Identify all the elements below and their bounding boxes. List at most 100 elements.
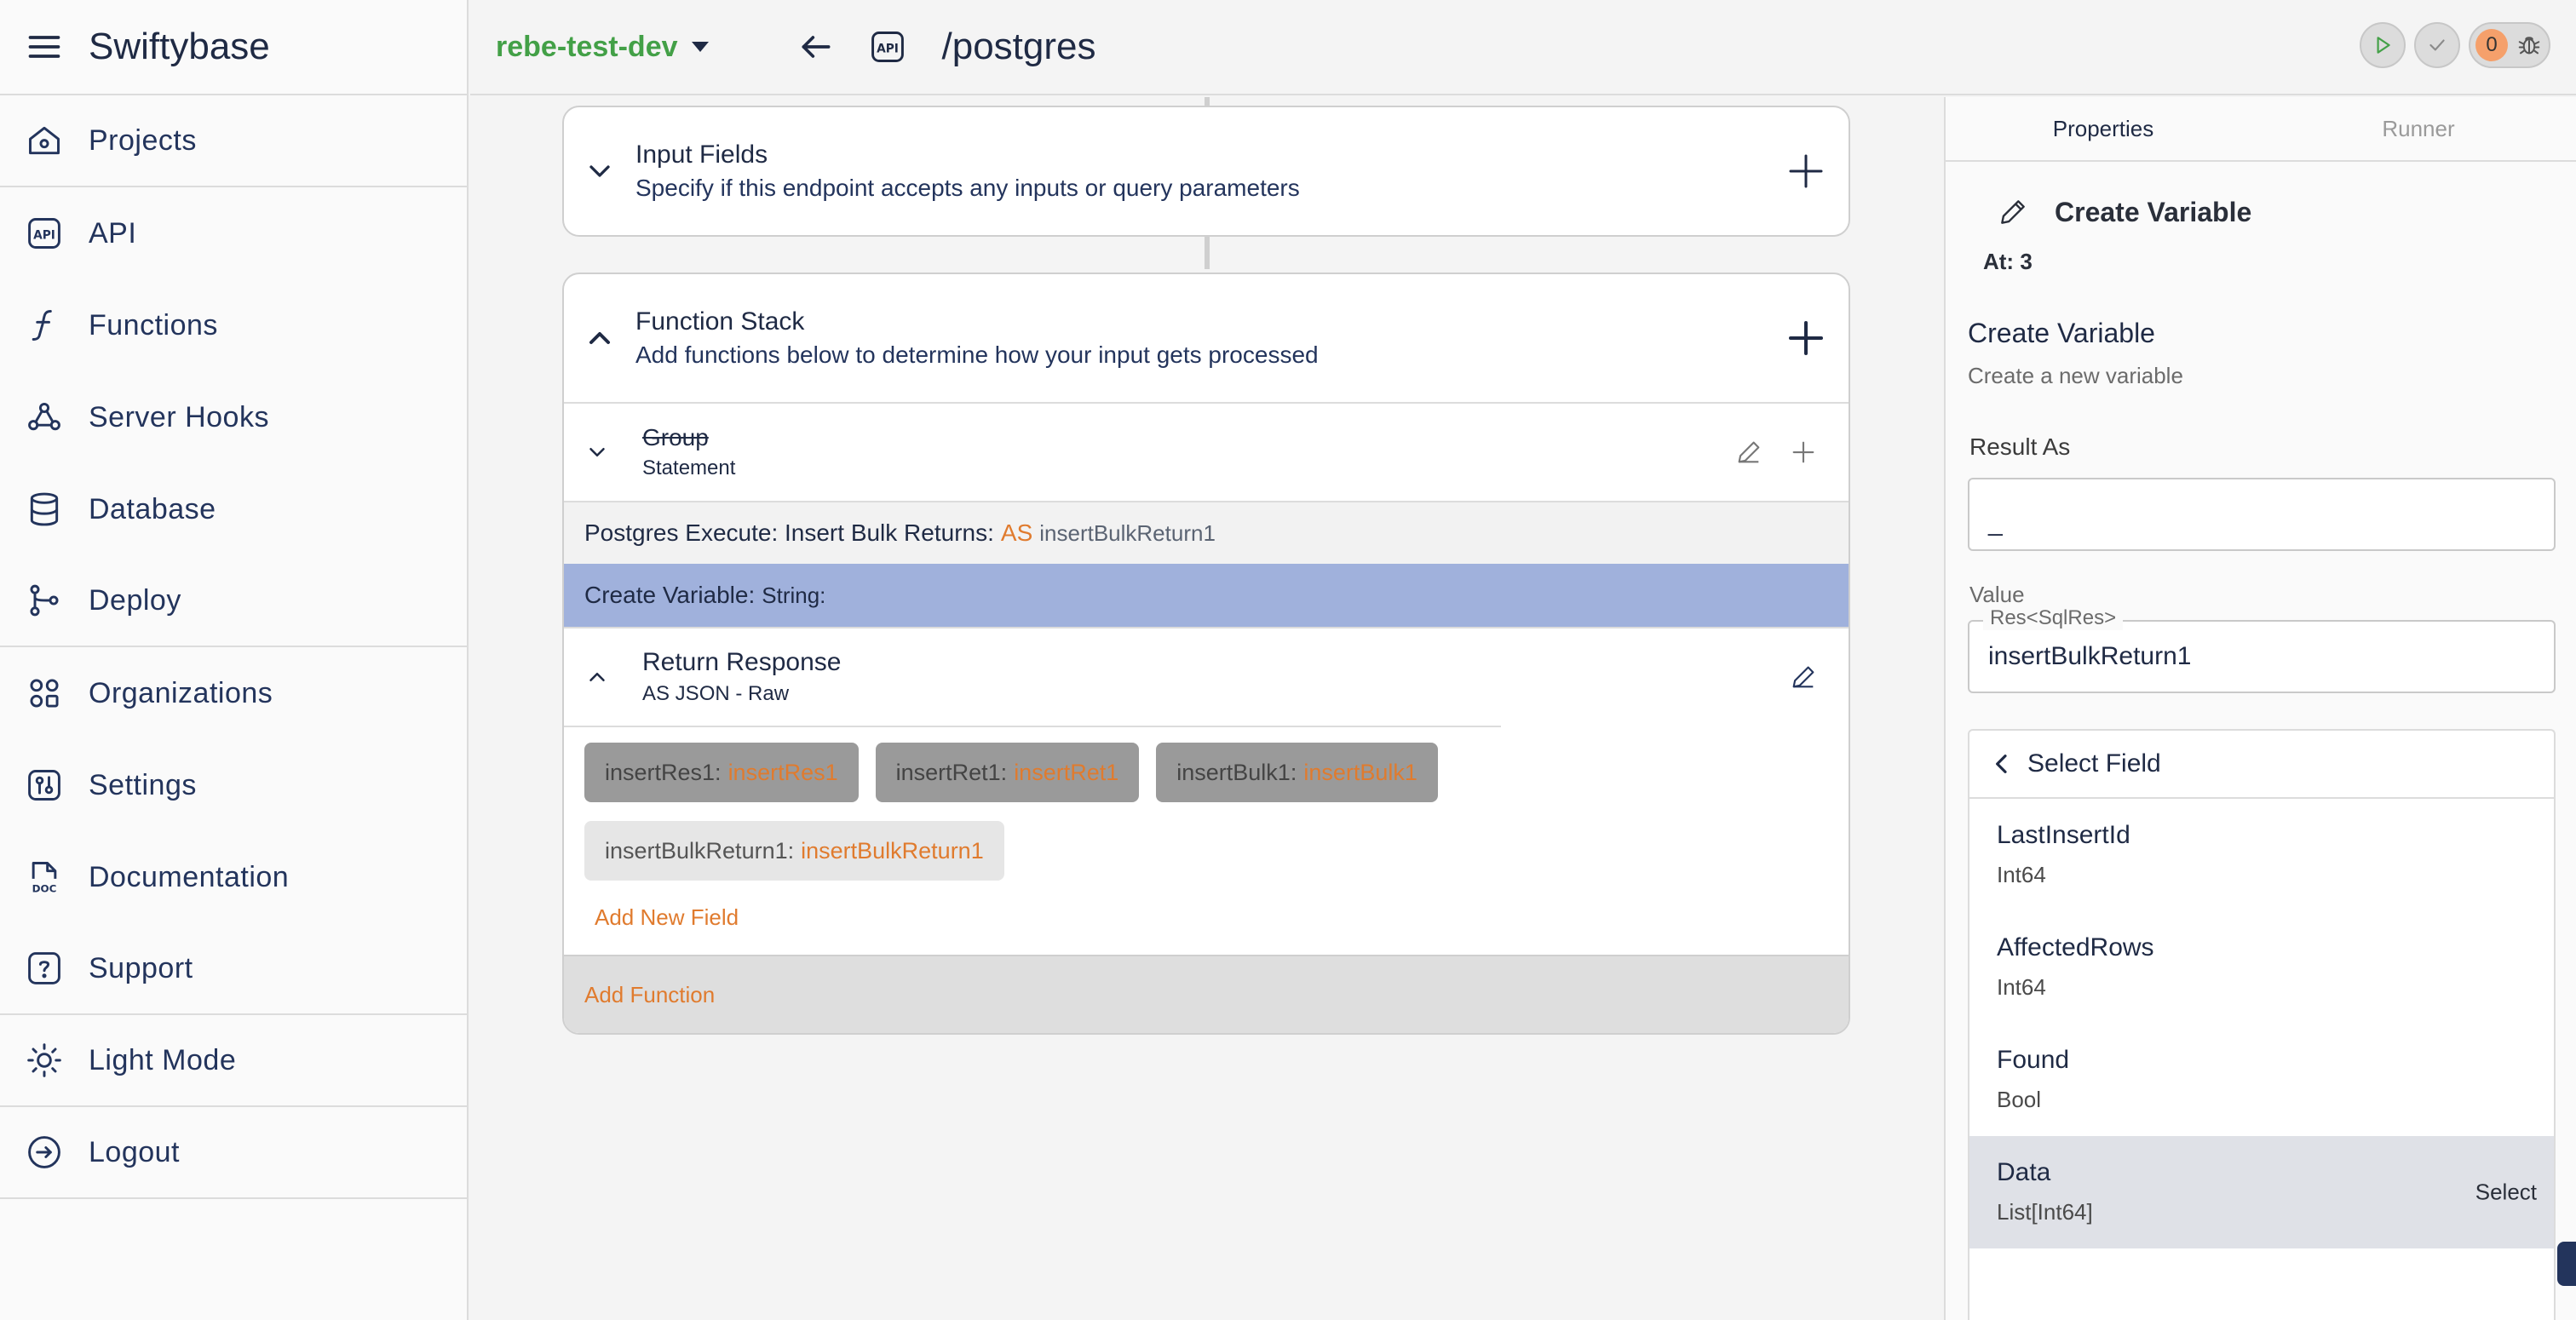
- sidebar-item-label: Functions: [89, 308, 218, 341]
- chevron-up-icon[interactable]: [584, 664, 610, 690]
- sidebar-item-support[interactable]: Support: [0, 923, 467, 1015]
- endpoint-path: /postgres: [941, 26, 1096, 67]
- result-as-input[interactable]: _: [1968, 478, 2556, 551]
- input-fields-card: Input Fields Specify if this endpoint ac…: [562, 106, 1850, 237]
- webhook-icon: [28, 402, 60, 431]
- sidebar: Swiftybase Projects API API Functions Se…: [0, 0, 469, 1320]
- tab-runner[interactable]: Runner: [2261, 97, 2576, 160]
- debug-button[interactable]: 0: [2469, 22, 2550, 68]
- scrollbar-handle[interactable]: [2557, 1242, 2576, 1286]
- chevron-down-icon[interactable]: [584, 439, 610, 465]
- sidebar-item-light-mode[interactable]: Light Mode: [0, 1015, 467, 1107]
- response-field-chip[interactable]: insertBulk1: insertBulk1: [1156, 743, 1438, 802]
- add-new-field-link[interactable]: Add New Field: [564, 892, 1849, 955]
- add-function-plus-button[interactable]: [1785, 318, 1826, 359]
- connector-line: [1205, 235, 1210, 269]
- sidebar-item-label: Projects: [89, 123, 197, 157]
- field-option-type: Int64: [1997, 862, 2046, 887]
- add-input-button[interactable]: [1785, 151, 1826, 192]
- field-option[interactable]: Found Bool: [1969, 1024, 2554, 1136]
- run-button[interactable]: [2360, 22, 2406, 68]
- function-stack-card: Function Stack Add functions below to de…: [562, 273, 1850, 1035]
- arrow-left-icon[interactable]: [797, 28, 835, 66]
- chip-key: insertBulkReturn1:: [605, 837, 795, 864]
- logout-icon: [28, 1136, 60, 1168]
- return-response-title: Return Response: [642, 648, 842, 676]
- api-icon: API: [871, 32, 904, 62]
- section-title: Create Variable: [1968, 318, 2155, 348]
- chevron-up-icon[interactable]: [583, 321, 617, 355]
- return-response-row[interactable]: Return Response AS JSON - Raw: [564, 627, 1849, 726]
- function-icon: [32, 310, 52, 341]
- field-option[interactable]: AffectedRows Int64: [1969, 911, 2554, 1024]
- select-field-back[interactable]: Select Field: [1969, 731, 2554, 799]
- sidebar-item-label: Server Hooks: [89, 400, 269, 433]
- input-fields-title: Input Fields: [635, 141, 768, 169]
- group-title: Group: [642, 424, 709, 451]
- value-type-legend: Res<SqlRes>: [1983, 606, 2124, 630]
- property-title: Create Variable: [2055, 196, 2252, 227]
- bug-icon: [2518, 37, 2540, 55]
- menu-icon[interactable]: [26, 28, 63, 66]
- function-stack-header[interactable]: Function Stack Add functions below to de…: [564, 274, 1849, 402]
- sidebar-item-label: Settings: [89, 768, 197, 801]
- select-option-button[interactable]: Select: [2475, 1179, 2537, 1206]
- environment-selector[interactable]: rebe-test-dev: [496, 31, 709, 64]
- input-fields-subtitle: Specify if this endpoint accepts any inp…: [635, 175, 1300, 201]
- svg-text:DOC: DOC: [32, 882, 57, 894]
- add-function-button[interactable]: Add Function: [564, 955, 1849, 1033]
- top-bar: rebe-test-dev API /postgres 0: [470, 0, 2576, 95]
- publish-button[interactable]: [2414, 22, 2460, 68]
- environment-name: rebe-test-dev: [496, 30, 678, 63]
- sidebar-item-database[interactable]: Database: [0, 463, 467, 555]
- check-icon: [2429, 39, 2445, 51]
- field-option-name: AffectedRows: [1997, 933, 2154, 961]
- pencil-icon[interactable]: [1734, 438, 1763, 467]
- sidebar-item-settings[interactable]: Settings: [0, 739, 467, 831]
- input-fields-header[interactable]: Input Fields Specify if this endpoint ac…: [564, 107, 1849, 235]
- chevron-down-icon[interactable]: [583, 154, 617, 188]
- response-field-chip[interactable]: insertRet1: insertRet1: [875, 743, 1140, 802]
- sidebar-item-label: Documentation: [89, 860, 290, 893]
- panel-tabs: Properties Runner: [1946, 97, 2576, 162]
- create-variable-row[interactable]: Create Variable: String:: [564, 564, 1849, 627]
- response-actions: [1789, 663, 1818, 692]
- field-option-name: Data: [1997, 1158, 2051, 1186]
- sidebar-item-api[interactable]: API API: [0, 187, 467, 279]
- sidebar-item-server-hooks[interactable]: Server Hooks: [0, 371, 467, 463]
- caret-down-icon: [691, 42, 709, 52]
- group-actions: [1734, 438, 1818, 467]
- sidebar-item-deploy[interactable]: Deploy: [0, 555, 467, 647]
- sidebar-item-label: Support: [89, 951, 193, 984]
- sidebar-item-functions[interactable]: Functions: [0, 279, 467, 371]
- svg-text:API: API: [877, 42, 899, 55]
- sun-icon: [27, 1043, 61, 1077]
- chip-value: insertBulkReturn1: [801, 837, 984, 864]
- sidebar-item-organizations[interactable]: Organizations: [0, 647, 467, 739]
- organizations-icon: [30, 679, 59, 708]
- sidebar-item-documentation[interactable]: DOC Documentation: [0, 831, 467, 923]
- result-as-label: Result As: [1969, 433, 2071, 460]
- connector-line: [1205, 97, 1210, 106]
- response-field-chip[interactable]: insertBulkReturn1: insertBulkReturn1: [584, 821, 1004, 881]
- response-field-chip[interactable]: insertRes1: insertRes1: [584, 743, 859, 802]
- plus-icon[interactable]: [1789, 438, 1818, 467]
- sidebar-item-projects[interactable]: Projects: [0, 95, 467, 187]
- sidebar-item-label: Database: [89, 492, 216, 525]
- value-label: Value: [1969, 582, 2025, 607]
- sidebar-item-logout[interactable]: Logout: [0, 1107, 467, 1199]
- tab-properties[interactable]: Properties: [1946, 97, 2261, 160]
- field-option-type: Int64: [1997, 974, 2046, 1000]
- top-actions: 0: [2360, 22, 2550, 68]
- home-icon: [29, 126, 60, 155]
- pencil-icon[interactable]: [1789, 663, 1818, 692]
- postgres-execute-row[interactable]: Postgres Execute: Insert Bulk Returns: A…: [564, 501, 1849, 564]
- field-option[interactable]: LastInsertId Int64: [1969, 799, 2554, 911]
- exec-as-keyword: AS: [1000, 519, 1033, 546]
- function-stack-title: Function Stack: [635, 307, 805, 336]
- group-statement-row[interactable]: Group Statement: [564, 402, 1849, 501]
- brand-header: Swiftybase: [0, 0, 467, 95]
- field-option[interactable]: Data List[Int64] Select: [1969, 1136, 2554, 1248]
- select-field-dropdown: Select Field LastInsertId Int64 Affected…: [1968, 729, 2556, 1320]
- value-input[interactable]: Res<SqlRes> insertBulkReturn1: [1968, 606, 2556, 693]
